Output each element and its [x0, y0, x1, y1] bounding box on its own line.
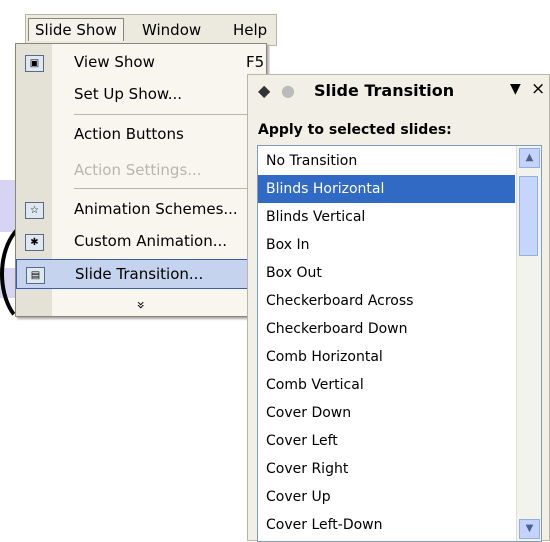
scroll-down-icon[interactable]: ▼: [519, 519, 540, 539]
menu-bar: Slide Show Window Help: [25, 14, 277, 46]
menu-slide-show[interactable]: Slide Show: [28, 18, 124, 41]
transition-list-item[interactable]: No Transition: [258, 147, 515, 175]
menu-item-label: Animation Schemes...: [74, 200, 238, 218]
pane-title: Slide Transition: [314, 81, 455, 100]
transition-list-item[interactable]: Blinds Horizontal: [258, 175, 515, 203]
transition-list-item[interactable]: Cover Up: [258, 483, 515, 511]
expand-menu-chevron-icon[interactable]: »: [132, 301, 148, 310]
menu-item-label: Set Up Show...: [74, 85, 183, 103]
menu-item-set-up-show[interactable]: Set Up Show...: [16, 80, 266, 110]
menu-separator: [74, 188, 256, 189]
scroll-up-icon[interactable]: ▲: [519, 148, 540, 168]
transition-list-item[interactable]: Checkerboard Across: [258, 287, 515, 315]
menu-window[interactable]: Window: [142, 19, 201, 41]
transition-list-item[interactable]: Cover Down: [258, 399, 515, 427]
menu-item-animation-schemes[interactable]: ☆ Animation Schemes...: [16, 195, 266, 225]
slide-transition-pane: ◆ ● Slide Transition ▼ × Apply to select…: [247, 74, 550, 542]
menu-item-custom-animation[interactable]: ✱ Custom Animation...: [16, 227, 266, 257]
transition-list-item[interactable]: Checkerboard Down: [258, 315, 515, 343]
menu-item-slide-transition[interactable]: ▤ Slide Transition...: [16, 259, 266, 289]
menu-item-label: Action Settings...: [74, 161, 202, 179]
transition-list-item[interactable]: Comb Horizontal: [258, 343, 515, 371]
custom-animation-icon: ✱: [25, 234, 44, 251]
transition-list-item[interactable]: Box Out: [258, 259, 515, 287]
transition-list-item[interactable]: Box In: [258, 231, 515, 259]
forward-arrow-icon: ●: [281, 81, 295, 100]
menu-item-shortcut: F5: [246, 53, 265, 71]
animation-schemes-icon: ☆: [25, 202, 44, 219]
menu-item-view-show[interactable]: ▣ View Show F5: [16, 48, 266, 78]
menu-item-action-settings: Action Settings...: [16, 156, 266, 186]
slide-transition-icon: ▤: [26, 267, 45, 284]
menu-separator: [74, 114, 256, 115]
transition-list-item[interactable]: Cover Left: [258, 427, 515, 455]
menu-item-label: Custom Animation...: [74, 232, 228, 250]
transition-list-item[interactable]: Comb Vertical: [258, 371, 515, 399]
transition-list-item[interactable]: Blinds Vertical: [258, 203, 515, 231]
menu-help[interactable]: Help: [233, 19, 267, 41]
transition-list-item[interactable]: Cover Left-Down: [258, 511, 515, 539]
apply-to-label: Apply to selected slides:: [258, 122, 452, 138]
close-icon[interactable]: ×: [531, 79, 545, 99]
scroll-thumb[interactable]: [519, 176, 538, 256]
transition-list-item[interactable]: Cover Right: [258, 455, 515, 483]
back-arrow-icon[interactable]: ◆: [258, 81, 270, 100]
projector-icon: ▣: [25, 55, 44, 72]
listbox-scrollbar[interactable]: ▲ ▼: [516, 146, 541, 541]
pane-menu-dropdown-icon[interactable]: ▼: [510, 81, 521, 97]
pane-header: ◆ ● Slide Transition ▼ ×: [248, 75, 549, 111]
slide-show-menu: ▣ View Show F5 Set Up Show... Action But…: [15, 43, 267, 317]
menu-item-label: Slide Transition...: [75, 265, 204, 283]
menu-item-label: View Show: [74, 53, 155, 71]
menu-item-action-buttons[interactable]: Action Buttons: [16, 120, 266, 150]
menu-item-label: Action Buttons: [74, 125, 184, 143]
transition-listbox[interactable]: No Transition Blinds Horizontal Blinds Ver…: [257, 145, 542, 542]
